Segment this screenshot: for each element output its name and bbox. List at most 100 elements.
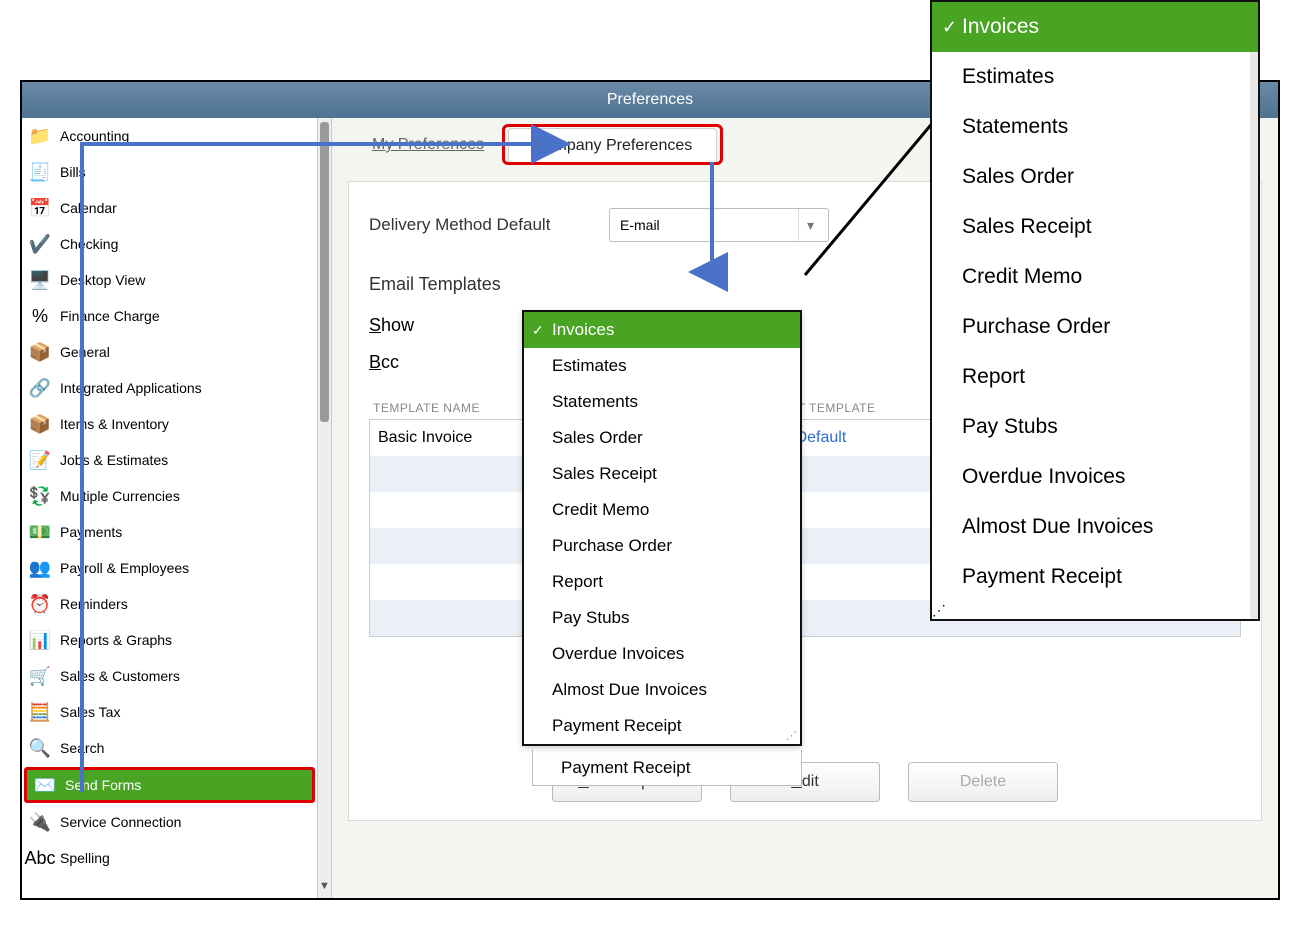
show-dropdown-menu[interactable]: InvoicesEstimatesStatementsSales OrderSa…	[522, 310, 802, 746]
menu-item-estimates[interactable]: Estimates	[524, 348, 800, 384]
show-label: Show	[369, 315, 479, 336]
checking-icon: ✔️	[28, 232, 52, 256]
general-icon: 📦	[28, 340, 52, 364]
sidebar-item-label: Send Forms	[65, 777, 141, 793]
sidebar-item-send-forms[interactable]: ✉️ Send Forms	[24, 767, 315, 803]
delivery-method-value: E-mail	[620, 217, 660, 233]
delete-template-button[interactable]: Delete	[908, 762, 1058, 802]
menu-item-purchase-order[interactable]: Purchase Order	[524, 528, 800, 564]
bcc-label: Bcc	[369, 352, 479, 373]
sidebar-item-general[interactable]: 📦 General	[22, 334, 317, 370]
sidebar-item-label: Finance Charge	[60, 308, 160, 324]
sidebar-item-items-inventory[interactable]: 📦 Items & Inventory	[22, 406, 317, 442]
sidebar-item-integrated-applications[interactable]: 🔗Integrated Applications	[22, 370, 317, 406]
menu-item-sales-receipt[interactable]: Sales Receipt	[932, 202, 1258, 252]
sidebar-item-service-connection[interactable]: 🔌 Service Connection	[22, 804, 317, 840]
menu-item-almost-due-invoices[interactable]: Almost Due Invoices	[524, 672, 800, 708]
menu-item-statements[interactable]: Statements	[932, 102, 1258, 152]
sidebar-item-checking[interactable]: ✔️ Checking	[22, 226, 317, 262]
multiple-currencies-icon: 💱	[28, 484, 52, 508]
menu-item-sales-order[interactable]: Sales Order	[524, 420, 800, 456]
reports-graphs-icon: 📊	[28, 628, 52, 652]
sidebar-item-accounting[interactable]: 📁Accounting	[22, 118, 317, 154]
menu-item-pay-stubs[interactable]: Pay Stubs	[932, 402, 1258, 452]
menu-item-credit-memo[interactable]: Credit Memo	[524, 492, 800, 528]
desktop-view-icon: 🖥️	[28, 268, 52, 292]
scrollbar-thumb[interactable]	[320, 122, 329, 422]
sidebar-item-label: Sales Tax	[60, 704, 120, 720]
sidebar-item-sales-tax[interactable]: 🧮 Sales Tax	[22, 694, 317, 730]
chevron-down-icon: ▾	[798, 209, 822, 241]
menu-item-report[interactable]: Report	[932, 352, 1258, 402]
sidebar-item-label: Payments	[60, 524, 122, 540]
menu-item-report[interactable]: Report	[524, 564, 800, 600]
menu-item-sales-order[interactable]: Sales Order	[932, 152, 1258, 202]
menu-item-overdue-invoices[interactable]: Overdue Invoices	[932, 452, 1258, 502]
sidebar-item-label: Calendar	[60, 200, 117, 216]
items-inventory-icon: 📦	[28, 412, 52, 436]
menu-item-invoices[interactable]: Invoices	[932, 2, 1258, 52]
delivery-method-dropdown[interactable]: E-mail ▾	[609, 208, 829, 242]
sidebar-item-calendar[interactable]: 📅 Calendar	[22, 190, 317, 226]
sidebar-item-label: Payroll & Employees	[60, 560, 189, 576]
sidebar-item-sales-customers[interactable]: 🛒Sales & Customers	[22, 658, 317, 694]
finance-charge-icon: %	[28, 304, 52, 328]
tab-my-preferences[interactable]: My Preferences	[348, 128, 508, 163]
sidebar-item-label: Bills	[60, 164, 86, 180]
sidebar-item-payroll-employees[interactable]: 👥 Payroll & Employees	[22, 550, 317, 586]
menu-item-invoices[interactable]: Invoices	[524, 312, 800, 348]
delivery-method-label: Delivery Method Default	[369, 215, 609, 235]
jobs-estimates-icon: 📝	[28, 448, 52, 472]
spelling-icon: Abc	[28, 846, 52, 870]
sidebar-item-label: Spelling	[60, 850, 110, 866]
menu-item-almost-due-invoices[interactable]: Almost Due Invoices	[932, 502, 1258, 552]
menu-item-pay-stubs[interactable]: Pay Stubs	[524, 600, 800, 636]
menu-item-overdue-invoices[interactable]: Overdue Invoices	[524, 636, 800, 672]
menu-item-statements[interactable]: Statements	[524, 384, 800, 420]
send-forms-icon: ✉️	[33, 773, 57, 797]
scroll-down-arrow[interactable]: ▼	[318, 880, 331, 898]
menu-item-sales-receipt[interactable]: Sales Receipt	[524, 456, 800, 492]
sidebar-item-label: Jobs & Estimates	[60, 452, 168, 468]
sidebar-item-reports-graphs[interactable]: 📊 Reports & Graphs	[22, 622, 317, 658]
sidebar-item-multiple-currencies[interactable]: 💱 Multiple Currencies	[22, 478, 317, 514]
sidebar-item-label: Checking	[60, 236, 118, 252]
sidebar-item-label: Multiple Currencies	[60, 488, 180, 504]
calendar-icon: 📅	[28, 196, 52, 220]
sidebar-item-label: General	[60, 344, 110, 360]
menu-item-payment-receipt[interactable]: Payment Receipt	[932, 552, 1258, 602]
sidebar-item-jobs-estimates[interactable]: 📝 Jobs & Estimates	[22, 442, 317, 478]
dropdown-zoom-callout: InvoicesEstimatesStatementsSales OrderSa…	[930, 0, 1260, 621]
sidebar-item-label: Sales & Customers	[60, 668, 180, 684]
sales-tax-icon: 🧮	[28, 700, 52, 724]
menu-item-purchase-order[interactable]: Purchase Order	[932, 302, 1258, 352]
search-icon: 🔍	[28, 736, 52, 760]
sidebar-item-search[interactable]: 🔍Search	[22, 730, 317, 766]
service-connection-icon: 🔌	[28, 810, 52, 834]
show-dropdown-trail: Payment Receipt	[532, 750, 802, 786]
sidebar-item-label: Integrated Applications	[60, 380, 202, 396]
sidebar-item-bills[interactable]: 🧾 Bills	[22, 154, 317, 190]
tab-company-preferences[interactable]: Company Preferences	[508, 128, 717, 163]
preferences-sidebar: 📁Accounting 🧾 Bills 📅 Calendar ✔️ Checking 🖥️ De…	[22, 118, 332, 898]
sidebar-item-payments[interactable]: 💵 Payments	[22, 514, 317, 550]
tab-company-label: Company Preferences	[533, 137, 692, 154]
sidebar-item-label: Service Connection	[60, 814, 181, 830]
menu-item-estimates[interactable]: Estimates	[932, 52, 1258, 102]
tab-my-label: My Preferences	[372, 136, 484, 153]
reminders-icon: ⏰	[28, 592, 52, 616]
payments-icon: 💵	[28, 520, 52, 544]
sidebar-item-reminders[interactable]: ⏰ Reminders	[22, 586, 317, 622]
sidebar-item-desktop-view[interactable]: 🖥️ Desktop View	[22, 262, 317, 298]
sidebar-item-label: Items & Inventory	[60, 416, 169, 432]
sidebar-item-label: Reminders	[60, 596, 128, 612]
payroll-employees-icon: 👥	[28, 556, 52, 580]
sidebar-item-spelling[interactable]: Abc Spelling	[22, 840, 317, 876]
menu-item-payment-receipt[interactable]: Payment Receipt	[524, 708, 800, 744]
sidebar-scrollbar[interactable]: ▼	[317, 118, 331, 898]
menu-item-credit-memo[interactable]: Credit Memo	[932, 252, 1258, 302]
bills-icon: 🧾	[28, 160, 52, 184]
sidebar-item-finance-charge[interactable]: % Finance Charge	[22, 298, 317, 334]
sidebar-item-label: Reports & Graphs	[60, 632, 172, 648]
sidebar-item-label: Desktop View	[60, 272, 145, 288]
